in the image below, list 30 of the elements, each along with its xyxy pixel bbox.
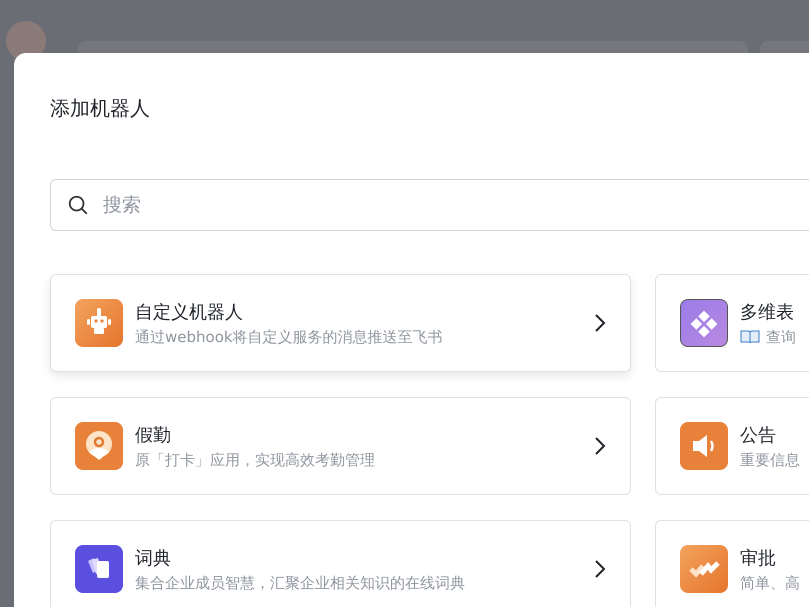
search-icon bbox=[67, 194, 89, 216]
bot-name: 自定义机器人 bbox=[135, 300, 244, 324]
bot-description: 简单、高 bbox=[740, 574, 800, 592]
bot-card[interactable]: 审批 简单、高 bbox=[655, 520, 809, 607]
bot-description: 集合企业成员智慧，汇聚企业相关知识的在线词典 bbox=[135, 574, 465, 592]
bot-card[interactable]: 多维表 查询 bbox=[655, 274, 809, 372]
chevron-right-icon bbox=[594, 436, 606, 456]
bot-description: 查询 bbox=[766, 328, 796, 346]
bot-description: 重要信息 bbox=[740, 450, 800, 470]
check-icon bbox=[680, 545, 728, 593]
dialog-title: 添加机器人 bbox=[50, 95, 151, 121]
bot-name: 多维表 bbox=[740, 300, 795, 324]
speaker-icon bbox=[680, 422, 728, 470]
bot-card[interactable]: 假勤 原「打卡」应用，实现高效考勤管理 bbox=[50, 397, 631, 495]
bot-name: 假勤 bbox=[135, 424, 172, 448]
bot-card[interactable]: 词典 集合企业成员智慧，汇聚企业相关知识的在线词典 bbox=[50, 520, 631, 607]
chevron-right-icon bbox=[594, 313, 606, 333]
bot-name: 词典 bbox=[135, 546, 172, 570]
bot-name: 公告 bbox=[740, 424, 777, 448]
bot-description: 通过webhook将自定义服务的消息推送至飞书 bbox=[135, 328, 443, 346]
chevron-right-icon bbox=[594, 559, 606, 579]
book-icon bbox=[740, 329, 760, 345]
bot-description: 原「打卡」应用，实现高效考勤管理 bbox=[135, 450, 375, 470]
bot-card[interactable]: 公告 重要信息 bbox=[655, 397, 809, 495]
search-field[interactable]: 搜索 bbox=[50, 179, 809, 231]
bot-name: 审批 bbox=[740, 546, 777, 570]
cards-icon bbox=[75, 545, 123, 593]
person-pin-icon bbox=[75, 422, 123, 470]
bot-card[interactable]: 自定义机器人 通过webhook将自定义服务的消息推送至飞书 bbox=[50, 274, 631, 372]
robot-icon bbox=[75, 299, 123, 347]
